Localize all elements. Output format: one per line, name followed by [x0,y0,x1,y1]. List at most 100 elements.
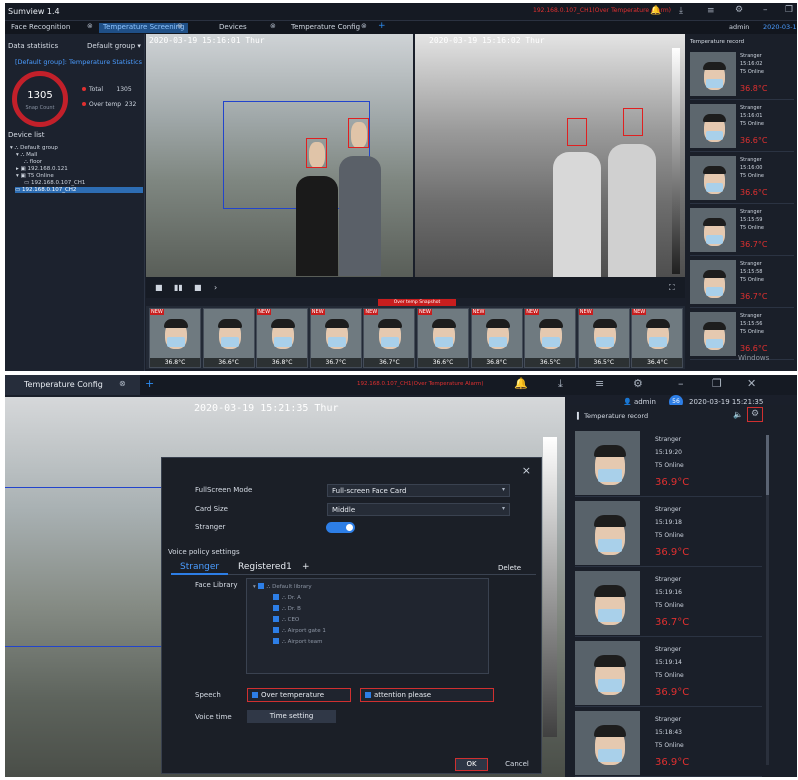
snapshot-card[interactable]: NEW 36.8°C [149,308,201,368]
tab-close-icon[interactable]: ⊗ [270,22,276,30]
download-icon[interactable]: ⤓ [679,6,683,16]
snapshot-card[interactable]: NEW 36.8°C [256,308,309,368]
download-icon[interactable]: ⤓ [558,377,563,391]
group-select[interactable]: Default group ▾ [87,42,141,50]
tab-stranger[interactable]: Stranger [180,562,219,572]
tab-temperature-config[interactable]: Temperature Config [287,23,364,33]
voice-policy-heading: Voice policy settings [168,548,240,556]
snapshot-card[interactable]: NEW 36.5°C [524,308,577,368]
detection-area [5,487,165,647]
tab-close-icon[interactable]: ⊗ [361,22,367,30]
scrollbar-thumb[interactable] [766,435,769,495]
thermal-video-feed[interactable]: 2020-03-19 15:16:02 Thur [415,34,685,277]
visible-video-feed[interactable]: 2020-03-19 15:16:01 Thur [146,34,413,277]
face-hair [378,319,403,328]
new-badge: NEW [150,309,164,315]
card-size-select[interactable]: Middle ▾ [327,503,510,516]
record-card[interactable]: Stranger 15:16:01 T5 Online 36.6°C [690,102,794,152]
speech-option-attention[interactable]: attention please [360,688,494,702]
next-icon[interactable]: › [214,283,217,292]
fullscreen-mode-select[interactable]: Full-screen Face Card ▾ [327,484,510,497]
fullscreen-icon[interactable]: ⛶ [669,283,675,293]
tab-face-recognition[interactable]: Face Recognition [7,23,74,33]
record-card[interactable]: Stranger 15:16:00 T5 Online 36.6°C [690,154,794,204]
app-title: Sumview 1.4 [8,7,60,16]
face-mask [220,337,239,347]
tree-ch1[interactable]: ▭ 192.168.0.107_CH1 [24,180,85,186]
snapshot-card[interactable]: NEW 36.7°C [363,308,416,368]
speaker-icon[interactable]: 🔈 [733,410,743,419]
tab-temperature-config[interactable]: Temperature Config ⊗ [5,375,140,395]
pause-icon[interactable]: ▮▮ [174,283,183,292]
tab-registered[interactable]: Registered1 [238,562,292,572]
snapshot-card[interactable]: NEW 36.4°C [631,308,684,368]
menu-icon[interactable]: ≡ [595,377,604,390]
restore-icon[interactable]: ❐ [785,5,793,15]
face-library-item[interactable]: ▾ ⛬ Default library [253,583,312,591]
alarm-notice[interactable]: 192.168.0.107_CH1(Over Temperature Alarm… [357,381,484,387]
record-time: 15:15:56 [740,321,763,327]
time-setting-button[interactable]: Time setting [247,710,336,723]
add-tab-icon[interactable]: + [145,377,154,390]
face-library-tree[interactable]: ▾ ⛬ Default library ⛬ Dr. A ⛬ Dr. B ⛬ CEO ⛬ … [246,578,489,674]
bell-icon[interactable]: 🔔 [650,6,661,16]
record-thumbnail [575,641,640,705]
record-card[interactable]: Stranger 15:19:18 T5 Online 36.9°C [575,499,762,567]
snapshot-card[interactable]: NEW 36.5°C [577,308,630,368]
tree-mall[interactable]: ▾ ⛬ Mall [16,152,37,159]
face-library-item[interactable]: ⛬ CEO [273,616,299,624]
close-icon[interactable]: ✕ [747,377,756,390]
snapshot-card[interactable]: NEW 36.6°C [417,308,469,368]
tab-devices[interactable]: Devices [215,23,251,33]
cancel-button[interactable]: Cancel [497,758,537,771]
tree-default-group[interactable]: ▾ ⛬ Default group [10,145,58,152]
tree-floor[interactable]: ⛬ floor [24,159,42,166]
tree-t5-online[interactable]: ▾ ▣ T5 Online [16,173,54,179]
voice-time-label: Voice time [195,713,232,721]
snapshot-card[interactable]: NEW 36.7°C [309,308,362,368]
tab-close-icon[interactable]: ⊗ [119,379,126,388]
face-library-item[interactable]: ⛬ Airport team [273,638,322,646]
delete-button[interactable]: Delete [498,564,521,572]
stranger-toggle[interactable] [326,522,355,533]
face-library-item[interactable]: ⛬ Dr. B [273,605,301,613]
record-card[interactable]: Stranger 15:19:16 T5 Online 36.7°C [575,569,762,637]
face-library-item[interactable]: ⛬ Dr. A [273,594,301,602]
tab-temperature-screening[interactable]: Temperature Screening [99,23,189,33]
record-card[interactable]: Stranger 15:18:43 T5 Online 36.9°C [575,709,762,777]
tree-ch2[interactable]: ▭ 192.168.0.107_CH2 [15,187,143,193]
minimize-icon[interactable]: – [678,377,684,390]
tree-device-121[interactable]: ▸ ▣ 192.168.0.121 [16,166,68,172]
speech-option-over-temperature[interactable]: Over temperature [247,688,351,702]
tab-close-icon[interactable]: ⊗ [177,22,183,30]
menu-icon[interactable]: ≡ [707,6,715,16]
record-settings-icon[interactable]: ⚙ [747,407,763,422]
dialog-close-icon[interactable]: × [522,464,531,477]
settings-icon[interactable]: ⚙ [735,5,743,15]
restore-icon[interactable]: ❐ [712,377,722,390]
stop-icon[interactable]: ■ [194,283,202,292]
add-voice-tab-button[interactable]: + [302,562,310,572]
add-tab-icon[interactable]: + [378,21,386,31]
minimize-icon[interactable]: – [763,5,768,15]
snapshot-card[interactable]: NEW 36.8°C [470,308,523,368]
play-icon[interactable]: ■ [155,283,163,292]
bell-icon[interactable]: 🔔 [514,377,528,390]
record-device: T5 Online [740,69,764,75]
user-name[interactable]: admin [729,23,749,31]
record-card[interactable]: Stranger 15:15:59 T5 Online 36.7°C [690,206,794,256]
record-card[interactable]: Stranger 15:19:14 T5 Online 36.9°C [575,639,762,707]
record-card[interactable]: Stranger 15:19:20 T5 Online 36.9°C [575,429,762,497]
tab-close-icon[interactable]: ⊗ [87,22,93,30]
snapshot-card[interactable]: 36.6°C [202,308,255,368]
face-mask [597,538,623,553]
face-hair [217,319,242,328]
face-box [306,138,327,168]
record-card[interactable]: Stranger 15:16:02 T5 Online 36.8°C [690,50,794,100]
face-hair [703,321,727,331]
face-library-item[interactable]: ⛬ Airport gate 1 [273,627,326,635]
settings-icon[interactable]: ⚙ [633,377,643,390]
ok-button[interactable]: OK [455,758,488,771]
record-card[interactable]: Stranger 15:15:56 T5 Online 36.6°C [690,310,794,360]
record-card[interactable]: Stranger 15:15:58 T5 Online 36.7°C [690,258,794,308]
